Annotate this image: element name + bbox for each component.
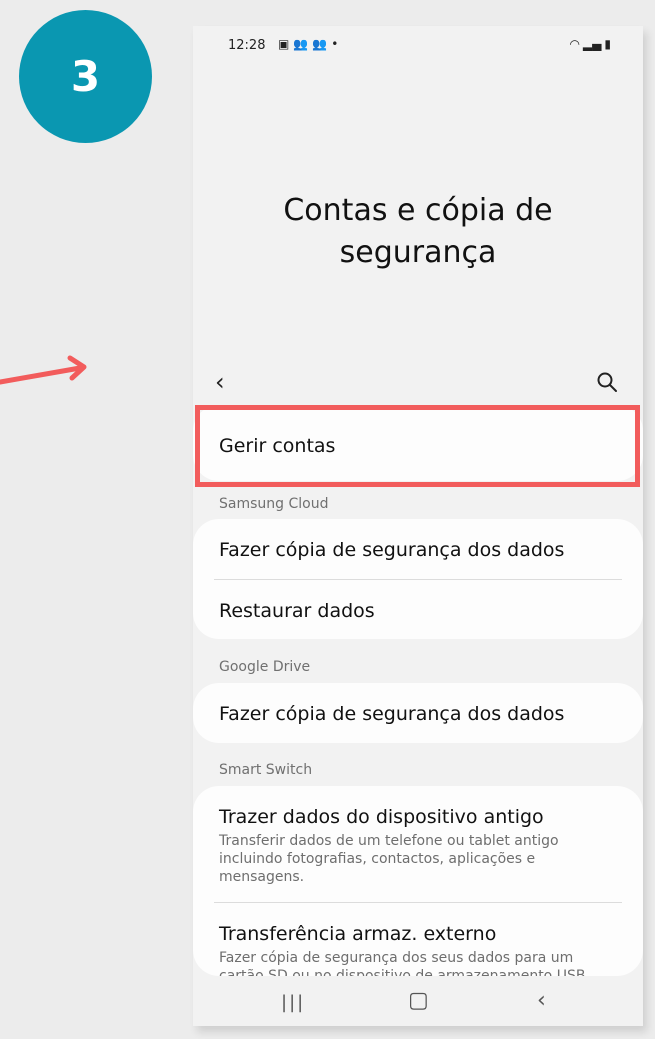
- people-icon: 👥: [312, 37, 328, 51]
- highlight-box: [195, 405, 640, 487]
- divider: [214, 579, 622, 580]
- bring-data-title[interactable]: Trazer dados do dispositivo antigo: [219, 806, 544, 828]
- smart-switch-card: Trazer dados do dispositivo antigo Trans…: [193, 786, 643, 976]
- home-icon[interactable]: ▢: [408, 988, 429, 1013]
- page-title-line2: segurança: [339, 235, 497, 270]
- section-label-samsung-cloud: Samsung Cloud: [219, 496, 329, 512]
- external-transfer-description: Fazer cópia de segurança dos seus dados …: [219, 950, 586, 976]
- status-time: 12:28: [228, 38, 266, 53]
- chevron-left-icon[interactable]: ‹: [215, 368, 225, 396]
- samsung-backup-item[interactable]: Fazer cópia de segurança dos dados: [219, 539, 564, 561]
- image-icon: ▣: [278, 37, 290, 51]
- bring-data-description: Transferir dados de um telefone ou table…: [219, 833, 559, 885]
- search-icon[interactable]: [595, 370, 619, 394]
- samsung-restore-item[interactable]: Restaurar dados: [219, 600, 375, 622]
- phone-screen: 12:28 ▣ 👥 👥 • ◠ ▂▄ ▮ Contas e cópia de s…: [193, 26, 643, 1026]
- pointer-arrow: [0, 355, 87, 385]
- external-transfer-title[interactable]: Transferência armaz. externo: [219, 923, 496, 945]
- google-drive-card: Fazer cópia de segurança dos dados: [193, 683, 643, 743]
- google-backup-item[interactable]: Fazer cópia de segurança dos dados: [219, 703, 564, 725]
- recent-apps-icon[interactable]: |||: [281, 992, 305, 1013]
- divider: [214, 902, 622, 903]
- battery-icon: ▮: [604, 37, 611, 51]
- toolbar: ‹: [193, 364, 643, 400]
- status-system-icons: ◠ ▂▄ ▮: [569, 37, 611, 51]
- navigation-bar: ||| ▢ ‹: [193, 976, 643, 1026]
- page-title-line1: Contas e cópia de: [283, 193, 553, 228]
- samsung-cloud-card: Fazer cópia de segurança dos dados Resta…: [193, 519, 643, 639]
- signal-icon: ▂▄: [582, 37, 602, 51]
- step-badge: 3: [19, 10, 152, 143]
- dot-icon: •: [331, 37, 339, 51]
- status-notification-icons: ▣ 👥 👥 •: [278, 37, 338, 51]
- status-bar: 12:28 ▣ 👥 👥 • ◠ ▂▄ ▮: [193, 26, 643, 66]
- page-title: Contas e cópia de segurança: [193, 190, 643, 274]
- section-label-smart-switch: Smart Switch: [219, 762, 313, 778]
- people-icon: 👥: [293, 37, 309, 51]
- section-label-google-drive: Google Drive: [219, 659, 311, 675]
- back-icon[interactable]: ‹: [537, 988, 546, 1013]
- wifi-icon: ◠: [569, 37, 580, 51]
